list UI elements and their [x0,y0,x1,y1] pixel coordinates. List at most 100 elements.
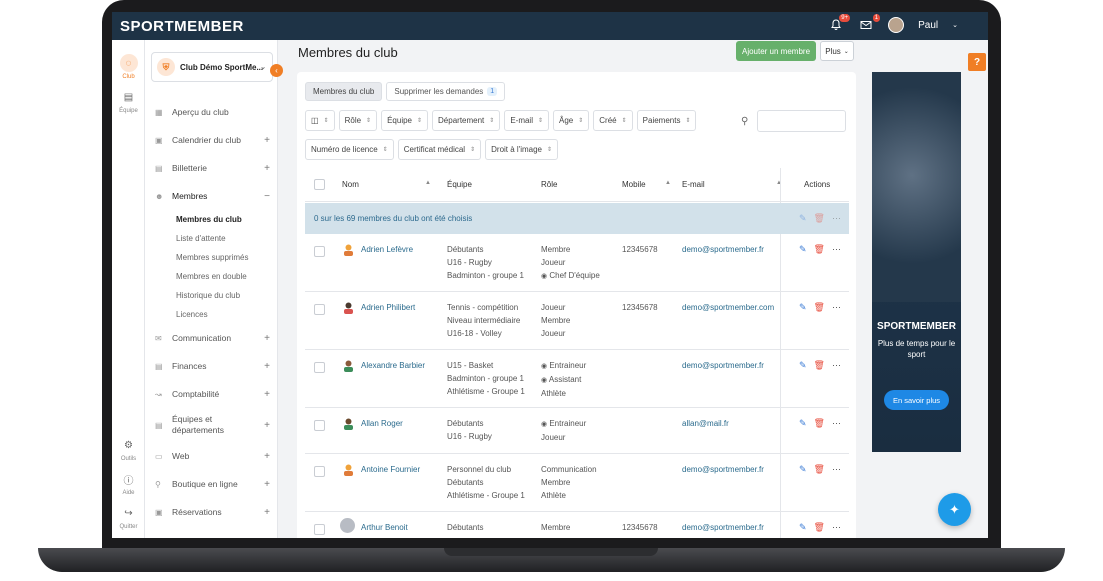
member-email[interactable]: demo@sportmember.fr [682,463,764,476]
mail-icon[interactable]: 1 [858,14,881,33]
filter-licence-number[interactable]: Numéro de licence ⇕ [305,139,394,160]
more-dropdown-button[interactable]: Plus ⌄ [820,41,854,61]
row-checkbox[interactable] [314,524,325,535]
tab-club-members[interactable]: Membres du club [305,82,383,101]
member-name[interactable]: Antoine Fournier [361,463,420,476]
sidebar-item-calendar[interactable]: ▣ Calendrier du club + [145,126,278,154]
bell-icon[interactable]: 9+ [828,14,851,33]
column-header-role[interactable]: Rôle [541,180,557,189]
column-header-name[interactable]: Nom [342,180,359,189]
pencil-icon[interactable]: ✎ [799,418,807,429]
sidebar-item-members[interactable]: ☻ Membres − [145,182,278,210]
sort-icon[interactable]: ▲ [665,180,671,186]
table-row[interactable]: Adrien Lefèvre Débutants U16 - Rugby Bad… [305,234,849,292]
filter-team[interactable]: Équipe ⇕ [381,110,429,131]
user-avatar[interactable] [888,17,905,33]
member-email[interactable]: demo@sportmember.fr [682,521,764,534]
table-row[interactable]: Allan Roger Débutants U16 - Rugby ◉ Entr… [305,408,849,454]
sidebar-subitem-licences[interactable]: Licences [145,305,278,324]
sidebar-item-bookings[interactable]: ▣ Réservations + [145,498,278,526]
sidebar-subitem-club-members[interactable]: Membres du club [145,210,278,229]
trash-icon[interactable]: 🗑 [814,418,825,429]
column-header-mobile[interactable]: Mobile [622,180,646,189]
filter-medical-certificate[interactable]: Certificat médical ⇕ [397,139,482,160]
trash-icon[interactable]: 🗑 [814,244,825,255]
member-name[interactable]: Adrien Lefèvre [361,243,413,256]
sidebar-subitem-deleted[interactable]: Membres supprimés [145,248,278,267]
table-row[interactable]: Adrien Philibert Tennis - compétition Ni… [305,292,849,350]
table-row[interactable]: Antoine Fournier Personnel du club Début… [305,454,849,512]
member-name[interactable]: Arthur Benoit [361,521,408,534]
tab-delete-requests[interactable]: Supprimer les demandes 1 [386,82,506,101]
chevron-down-icon[interactable]: ⌄ [952,21,958,29]
add-member-button[interactable]: Ajouter un membre [736,41,816,61]
sort-icon[interactable]: ▲ [425,180,431,186]
sidebar-item-finances[interactable]: ▤ Finances + [145,352,278,380]
member-name[interactable]: Alexandre Barbier [361,359,425,372]
more-icon[interactable]: ⋯ [832,213,841,224]
sidebar-item-shop[interactable]: ⚲ Boutique en ligne + [145,470,278,498]
more-icon[interactable]: ⋯ [832,522,841,533]
sidebar-subitem-history[interactable]: Historique du club [145,286,278,305]
table-row[interactable]: Arthur Benoit Débutants Membre 12345678 … [305,512,849,538]
filter-department[interactable]: Département ⇕ [432,110,501,131]
trash-icon[interactable]: 🗑 [814,302,825,313]
trash-icon[interactable]: 🗑 [814,213,825,224]
more-icon[interactable]: ⋯ [832,244,841,255]
row-checkbox[interactable] [314,362,325,373]
collapse-sidebar-button[interactable]: ‹ [270,64,283,77]
select-all-checkbox[interactable] [314,179,325,190]
trash-icon[interactable]: 🗑 [814,522,825,533]
filter-age[interactable]: Âge ⇕ [553,110,590,131]
sidebar-item-overview[interactable]: ▦ Aperçu du club [145,98,278,126]
pencil-icon[interactable]: ✎ [799,244,807,255]
more-icon[interactable]: ⋯ [832,418,841,429]
filter-created[interactable]: Créé ⇕ [593,110,633,131]
help-button[interactable]: ? [968,53,986,71]
pencil-icon[interactable]: ✎ [799,522,807,533]
member-email[interactable]: demo@sportmember.fr [682,359,764,372]
pencil-icon[interactable]: ✎ [799,464,807,475]
more-icon[interactable]: ⋯ [832,302,841,313]
member-email[interactable]: demo@sportmember.com [682,301,774,314]
columns-toggle[interactable]: ◫ ⇕ [305,110,335,131]
user-name[interactable]: Paul [918,20,938,31]
column-header-email[interactable]: E-mail [682,180,705,189]
sparkle-icon[interactable]: ✦ [938,493,971,526]
sidebar-item-ticketing[interactable]: ▤ Billetterie + [145,154,278,182]
rail-item-club[interactable]: ◌ Club [112,54,145,80]
filter-email[interactable]: E-mail ⇕ [504,110,550,131]
sidebar-item-web[interactable]: ▭ Web + [145,442,278,470]
search-input[interactable] [757,110,846,132]
trash-icon[interactable]: 🗑 [814,464,825,475]
sidebar-item-communication[interactable]: ✉ Communication + [145,324,278,352]
row-checkbox[interactable] [314,246,325,257]
search-icon[interactable]: ⚲ [741,116,748,127]
more-icon[interactable]: ⋯ [832,360,841,371]
column-header-team[interactable]: Équipe [447,180,472,189]
member-name[interactable]: Allan Roger [361,417,403,430]
member-email[interactable]: allan@mail.fr [682,417,729,430]
sidebar-item-teams[interactable]: ▤ Équipes et départements + [145,408,278,442]
pencil-icon[interactable]: ✎ [799,213,807,224]
rail-item-tools[interactable]: ⚙ Outils [112,436,145,463]
filter-image-rights[interactable]: Droit à l'image ⇕ [485,139,559,160]
filter-role[interactable]: Rôle ⇕ [338,110,378,131]
row-checkbox[interactable] [314,304,325,315]
trash-icon[interactable]: 🗑 [814,360,825,371]
sidebar-subitem-waitlist[interactable]: Liste d'attente [145,229,278,248]
filter-payments[interactable]: Paiements ⇕ [636,110,697,131]
learn-more-button[interactable]: En savoir plus [884,390,949,410]
pencil-icon[interactable]: ✎ [799,302,807,313]
row-checkbox[interactable] [314,420,325,431]
member-name[interactable]: Adrien Philibert [361,301,415,314]
more-icon[interactable]: ⋯ [832,464,841,475]
app-logo[interactable]: SPORTMEMBER [120,18,244,35]
pencil-icon[interactable]: ✎ [799,360,807,371]
sort-icon[interactable]: ▲ [776,180,782,186]
club-selector[interactable]: ⛨ Club Démo SportMe... ⌄ [151,52,273,82]
member-email[interactable]: demo@sportmember.fr [682,243,764,256]
sidebar-subitem-duplicates[interactable]: Membres en double [145,267,278,286]
table-row[interactable]: Alexandre Barbier U15 - Basket Badminton… [305,350,849,408]
rail-item-team[interactable]: ▤ Équipe [112,88,145,115]
